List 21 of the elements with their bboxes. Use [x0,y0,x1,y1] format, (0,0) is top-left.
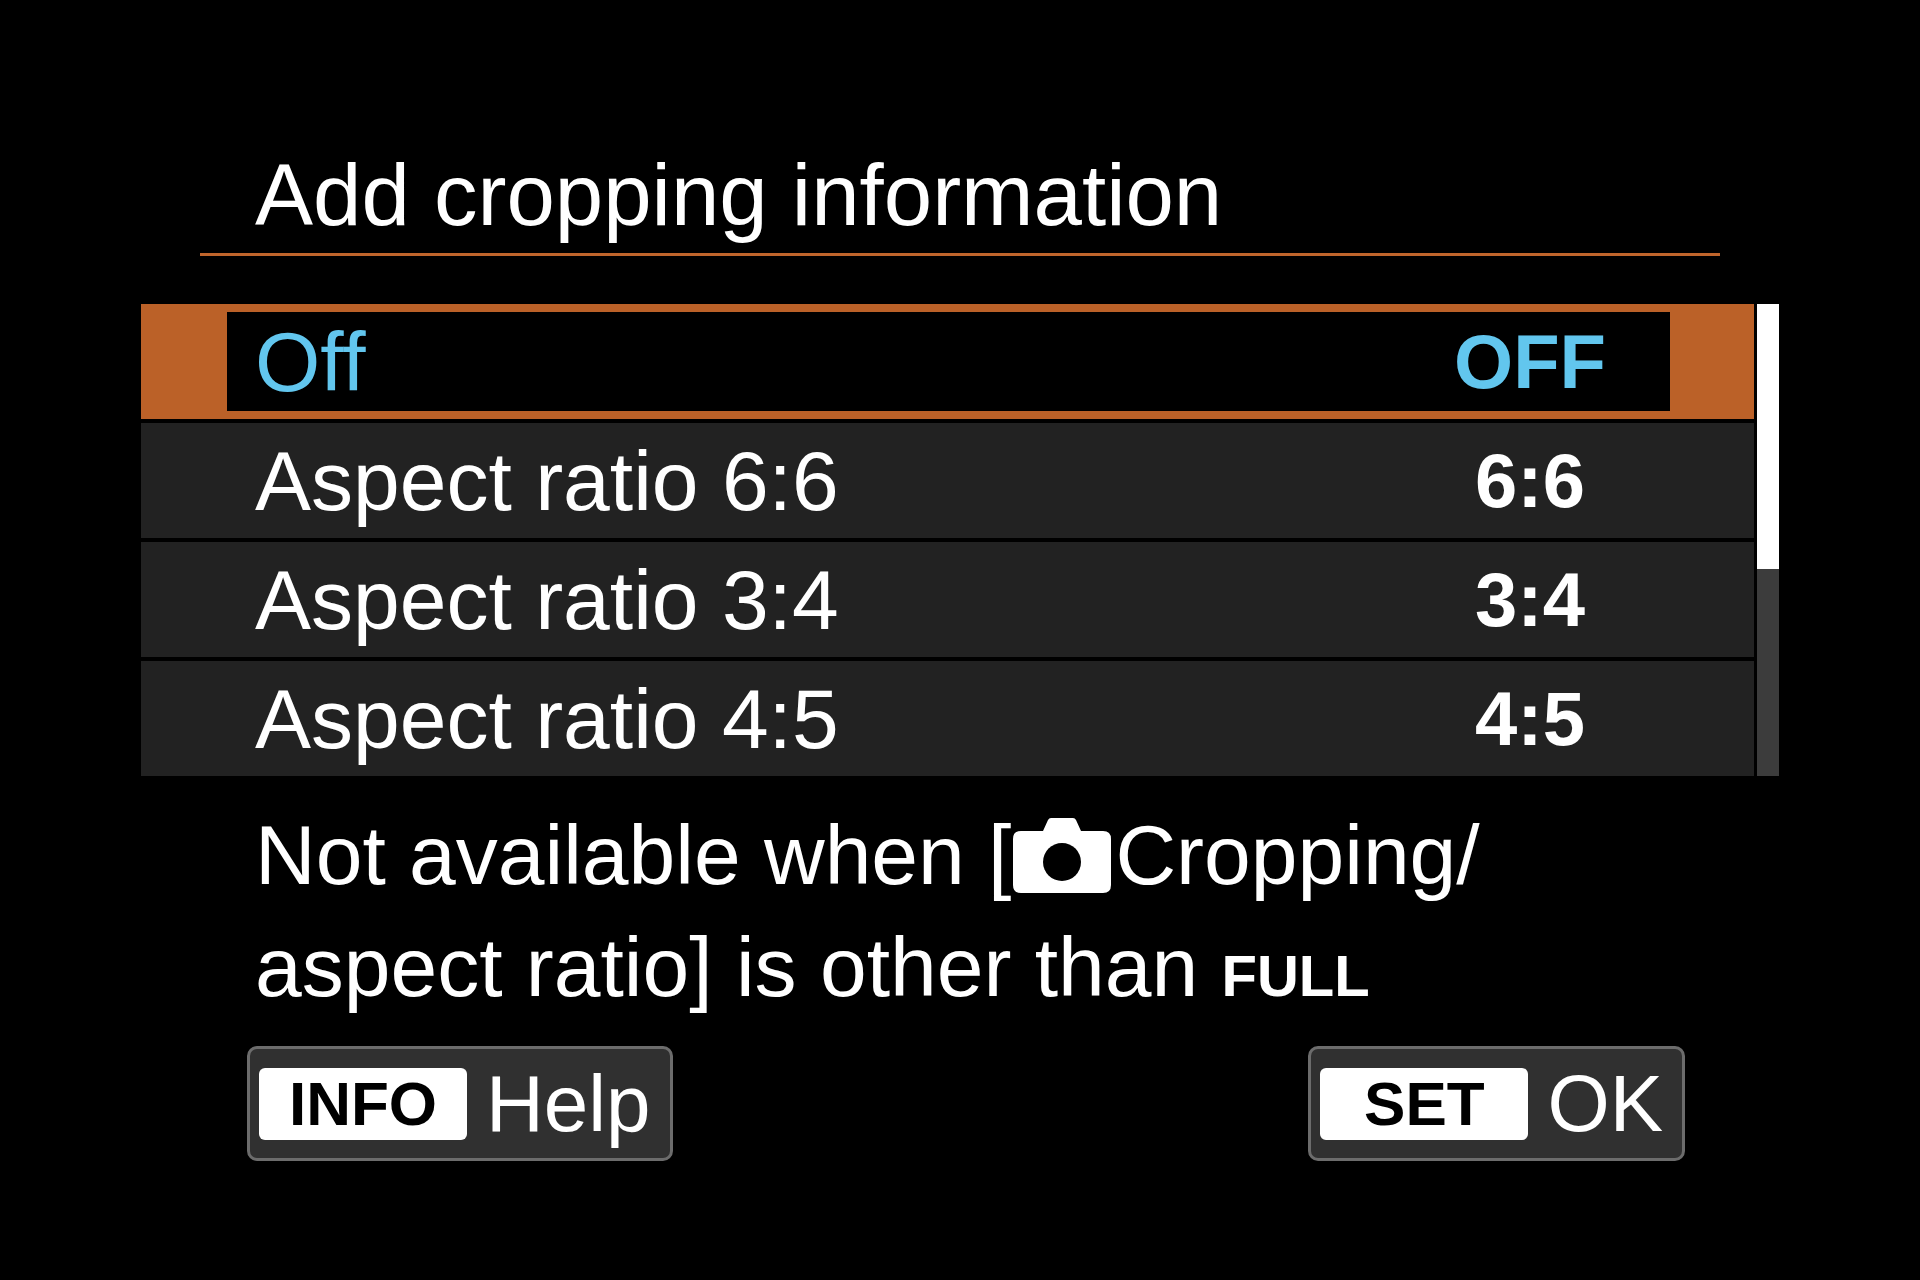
menu-item[interactable]: Aspect ratio 4:5 4:5 [141,661,1754,776]
camera-icon [1013,817,1112,893]
ok-button[interactable]: SET OK [1308,1046,1685,1161]
note-text: Not available when [ [255,808,1012,902]
screen-title: Add cropping information [255,145,1223,245]
menu-item-value: OFF [1454,317,1606,406]
key-cap: SET [1320,1067,1529,1140]
menu-item-value: 6:6 [1475,436,1585,525]
key-cap: INFO [259,1067,467,1140]
help-button[interactable]: INFO Help [247,1046,673,1161]
menu-item[interactable]: Off OFF [141,304,1754,419]
menu-item[interactable]: Aspect ratio 3:4 3:4 [141,542,1754,657]
menu-item-label: Aspect ratio 6:6 [255,432,840,529]
menu-item-value: 3:4 [1475,555,1585,644]
note-text: Cropping/ [1115,808,1480,902]
note-text: aspect ratio] is other than FULL [255,920,1370,1014]
menu-item[interactable]: Aspect ratio 6:6 6:6 [141,423,1754,538]
menu-item-label: Aspect ratio 4:5 [255,670,840,767]
menu-item-label: Off [255,313,367,410]
menu-item-value: 4:5 [1475,674,1585,763]
menu-item-label: Aspect ratio 3:4 [255,551,840,648]
